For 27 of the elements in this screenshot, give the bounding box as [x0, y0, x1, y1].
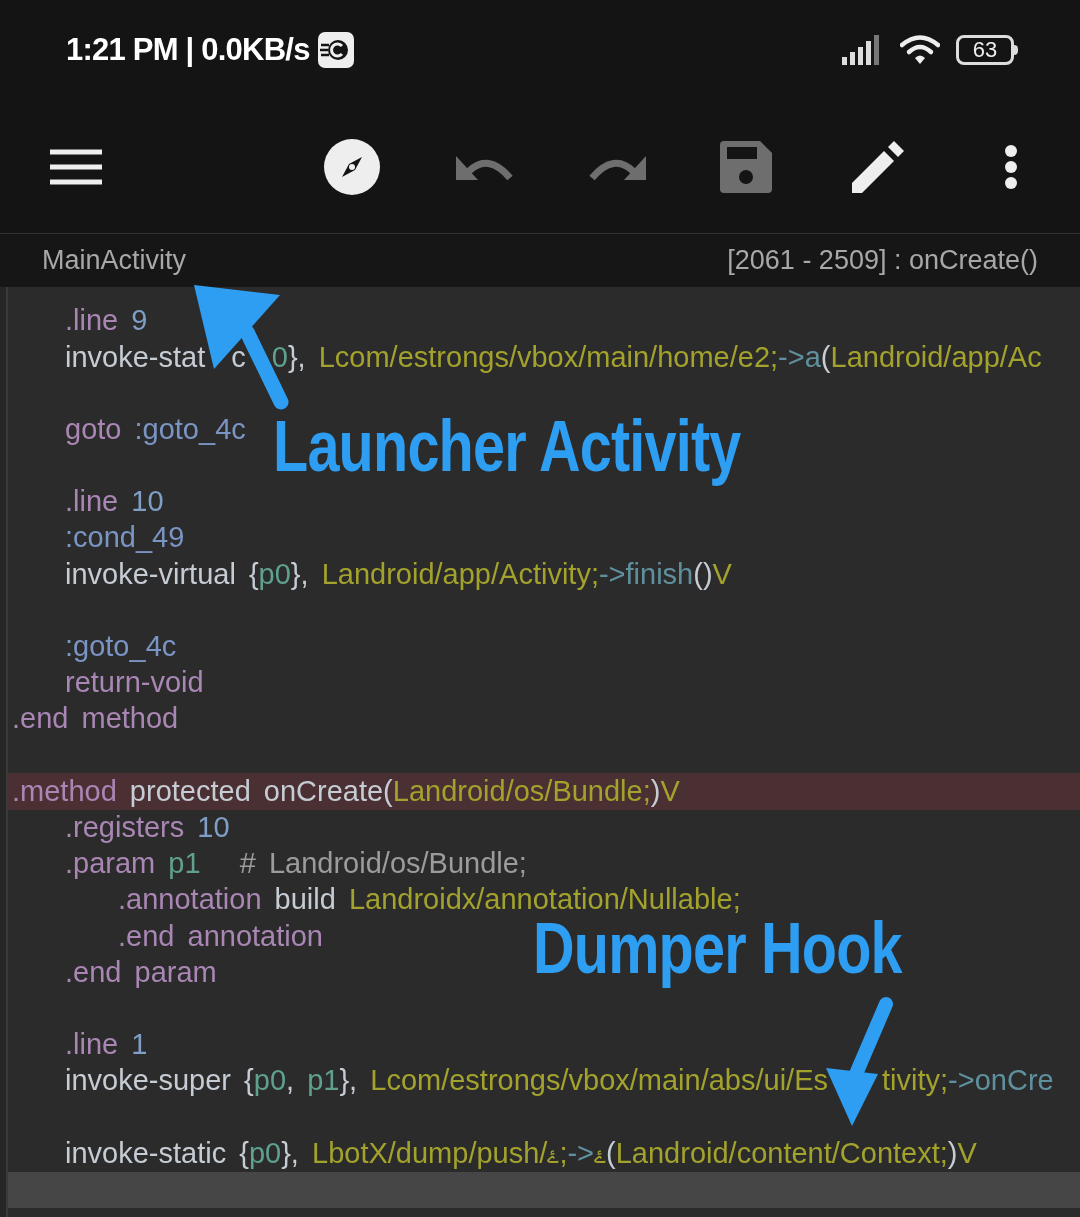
- code-line: .line 9: [64, 303, 148, 339]
- status-time: 1:21 PM | 0.0KB/s: [66, 30, 310, 69]
- code-line: .registers 10: [64, 809, 230, 845]
- signal-icon: [842, 35, 882, 65]
- code-line: .line 10: [64, 484, 164, 520]
- code-line: .annotation build Landroidx/annotation/Nullable;: [117, 882, 741, 918]
- pencil-icon[interactable]: [852, 140, 904, 193]
- wifi-icon: [900, 34, 940, 66]
- code-line: :cond_49: [64, 520, 185, 556]
- code-line: .line 1: [64, 1027, 148, 1063]
- more-icon[interactable]: [1004, 144, 1018, 189]
- code-line: .end annotation: [117, 918, 323, 954]
- code-line: invoke-stat c 0}, Lcom/estrongs/vbox/main/home/e2;->a(Landroid/app/Ac: [64, 339, 1042, 375]
- code-line: .method protected onCreate(Landroid/os/Bundle;)V: [11, 773, 680, 809]
- class-name: MainActivity: [42, 244, 187, 278]
- code-line: invoke-virtual {p0}, Landroid/app/Activity;->finish()V: [64, 556, 732, 592]
- app-logo-icon: [317, 32, 354, 68]
- code-line: .end method: [11, 701, 179, 737]
- method-position: [2061 - 2509] : onCreate(): [727, 244, 1038, 278]
- code-line: .param p1 # Landroid/os/Bundle;: [64, 846, 527, 882]
- code-line: .end param: [64, 954, 217, 990]
- menu-icon[interactable]: [50, 148, 102, 185]
- code-line: goto :goto_4c: [64, 411, 246, 447]
- code-line: return-void: [64, 665, 204, 701]
- code-line: :goto_4c: [64, 629, 177, 665]
- compass-icon[interactable]: [324, 138, 380, 195]
- code-line: invoke-super {p0, p1}, Lcom/estrongs/vbox/main/abs/ui/Es tivity;->onCre: [64, 1063, 1054, 1099]
